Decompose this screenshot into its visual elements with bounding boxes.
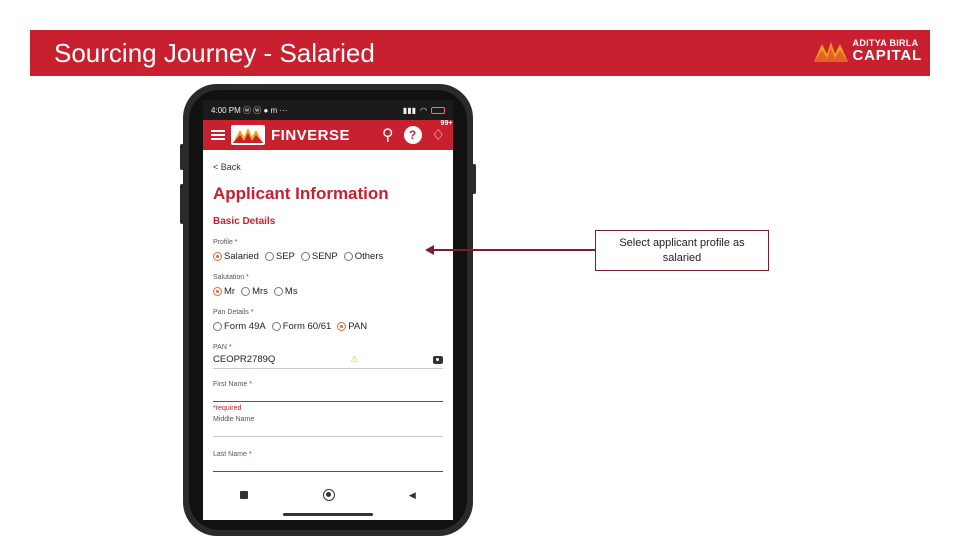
radio-selected-icon[interactable] [213,287,222,296]
salutation-radio-group: Mr Mrs Ms [213,286,443,297]
hamburger-menu-icon[interactable] [211,130,225,140]
phone-side-button [472,164,476,194]
search-icon[interactable]: ⚲ [382,125,394,145]
last-name-input[interactable] [213,458,443,472]
app-bar: FINVERSE ⚲ ? ♢ 99+ [203,120,453,150]
status-bar: 4:00 PM ⓦ ⓦ ● m ··· ▮▮▮ ◠ [203,100,453,120]
slide: Sourcing Journey - Salaried ADITYA BIRLA… [0,0,960,540]
first-name-error: *required [213,405,242,412]
callout-text-line1: Select applicant profile as [619,237,745,249]
status-indicators: ⓦ ⓦ ● m ··· [243,105,288,115]
warning-icon: ⚠ [350,354,359,364]
status-time: 4:00 PM [211,105,241,115]
wifi-icon: ◠ [420,105,427,115]
middle-name-label: Middle Name [213,416,255,423]
aditya-birla-logo-icon [813,42,848,62]
recents-icon[interactable] [240,491,249,499]
radio-selected-icon[interactable] [213,252,222,261]
profile-option-senp[interactable]: SENP [300,251,338,262]
pan-details-radio-group: Form 49A Form 60/61 PAN [213,321,443,332]
pan-field[interactable]: CEOPR2789Q ⚠ [213,354,443,369]
form-content: < Back Applicant Information Basic Detai… [203,150,453,478]
section-title: Basic Details [213,216,276,227]
radio-icon[interactable] [241,287,251,296]
finverse-logo-icon [231,125,265,145]
salutation-option-ms[interactable]: Ms [273,286,298,297]
help-icon[interactable]: ? [403,126,422,144]
slide-title: Sourcing Journey - Salaried [54,38,375,68]
pan-option-form49a[interactable]: Form 49A [213,321,266,332]
battery-icon [431,106,445,114]
home-icon[interactable] [322,489,335,501]
header-banner: Sourcing Journey - Salaried ADITYA BIRLA… [30,30,930,76]
back-triangle-icon[interactable]: ◀ [409,490,416,501]
profile-option-sep[interactable]: SEP [264,251,295,262]
notification-bell-icon[interactable]: ♢ 99+ [432,120,453,144]
profile-radio-group: Salaried SEP SENP Others [213,251,443,262]
callout-text-line2: salaried [662,251,702,264]
radio-icon[interactable] [213,322,222,331]
brand-name-line2: CAPITAL [852,47,922,64]
profile-option-salaried[interactable]: Salaried [213,251,259,262]
phone-frame: 4:00 PM ⓦ ⓦ ● m ··· ▮▮▮ ◠ FINVERSE ⚲ ? ♢… [180,84,476,536]
last-name-label: Last Name * [213,451,252,458]
notification-badge: 99+ [440,120,453,127]
radio-icon[interactable] [300,252,310,261]
callout-box: Select applicant profile as salaried [595,230,769,271]
phone-screen: 4:00 PM ⓦ ⓦ ● m ··· ▮▮▮ ◠ FINVERSE ⚲ ? ♢… [203,100,453,520]
app-title: FINVERSE [271,126,351,144]
radio-icon[interactable] [343,252,353,261]
callout-arrow-line [430,249,595,251]
radio-icon[interactable] [273,287,283,296]
first-name-input[interactable] [213,388,443,402]
pan-value: CEOPR2789Q [213,354,276,365]
phone-side-button [180,144,184,170]
salutation-label: Salutation * [213,274,249,281]
home-indicator [283,513,373,516]
pan-option-pan[interactable]: PAN [337,321,367,332]
phone-side-button [180,184,184,224]
pan-details-label: Pan Details * [213,309,254,316]
profile-option-others[interactable]: Others [343,251,383,262]
callout-arrow-head-icon [425,245,434,255]
page-title: Applicant Information [213,184,389,203]
radio-icon[interactable] [264,252,274,261]
profile-label: Profile * [213,239,238,246]
brand-logo-block: ADITYA BIRLA CAPITAL [813,39,922,64]
camera-icon[interactable] [432,355,443,364]
middle-name-input[interactable] [213,423,443,437]
salutation-option-mrs[interactable]: Mrs [241,286,268,297]
radio-icon[interactable] [271,322,281,331]
signal-icon: ▮▮▮ [402,105,417,115]
salutation-option-mr[interactable]: Mr [213,286,235,297]
pan-option-form6061[interactable]: Form 60/61 [271,321,331,332]
pan-label: PAN * [213,344,232,351]
back-link[interactable]: < Back [213,162,443,172]
first-name-label: First Name * [213,381,252,388]
radio-selected-icon[interactable] [337,322,347,331]
